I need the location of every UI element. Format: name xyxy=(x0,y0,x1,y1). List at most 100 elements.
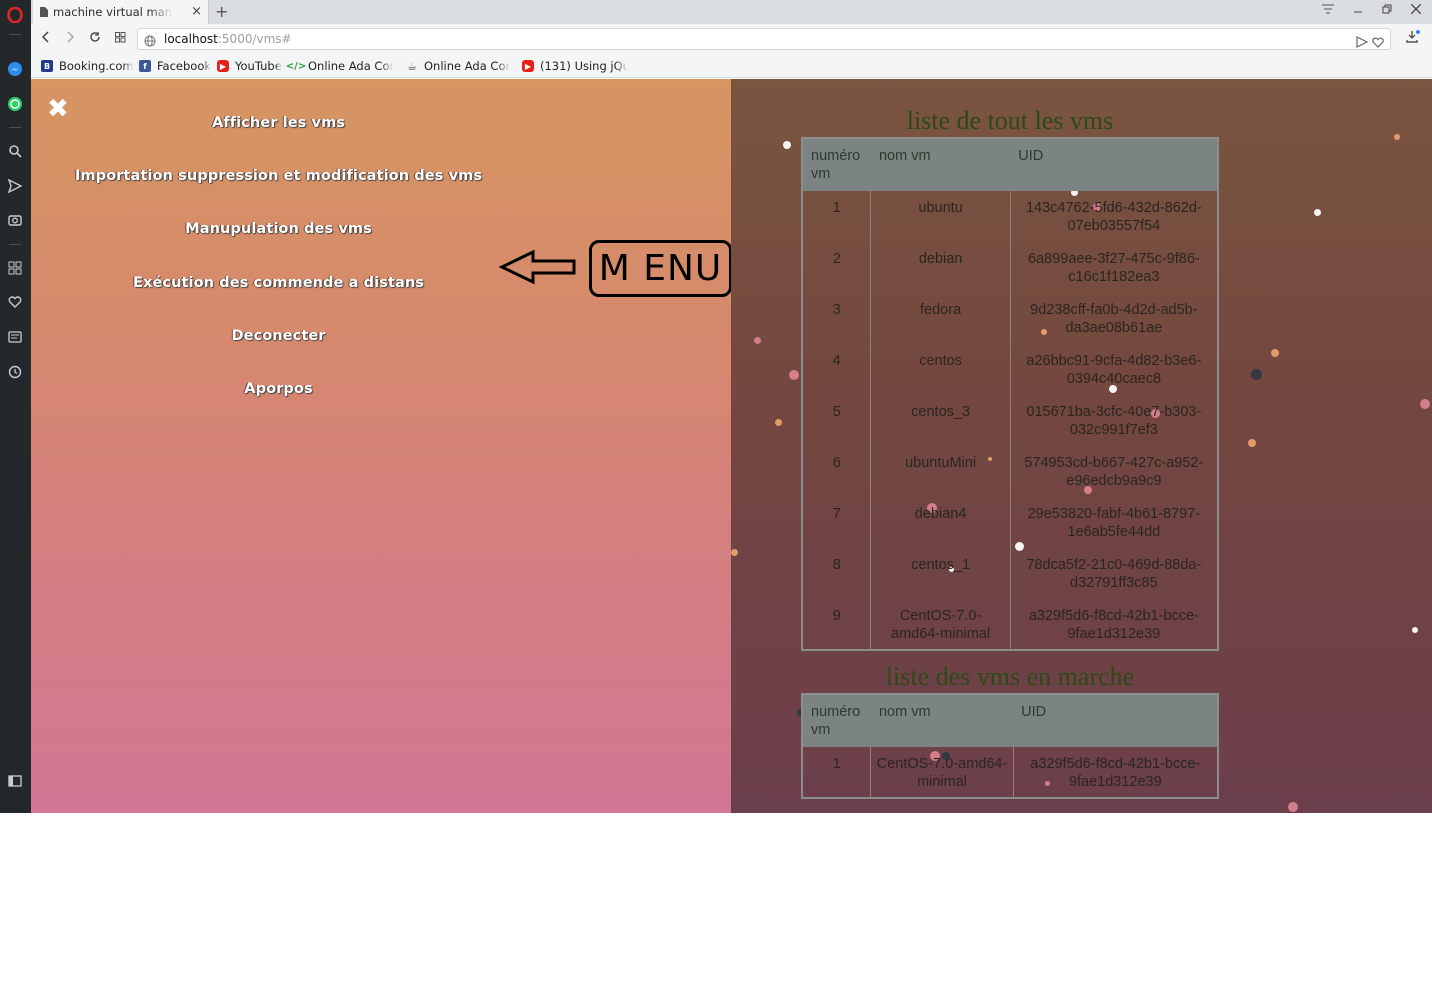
bookmark-label: Booking.com xyxy=(59,59,134,73)
bookmark-label: Online Ada Comp xyxy=(308,59,394,73)
table-row: 8 centos_1 78dca5f2-21c0-469d-88da-d32791f… xyxy=(802,548,1218,599)
speed-dial-icon[interactable] xyxy=(6,259,24,277)
tab-strip: machine virtual man × + xyxy=(31,0,1432,24)
cell-name: centos_1 xyxy=(870,548,1011,599)
particle-dot xyxy=(783,141,791,149)
col-header-uid: UID xyxy=(1010,138,1218,191)
close-window-icon[interactable] xyxy=(1407,3,1425,18)
bookmark-item[interactable]: ▶ (131) Using jQue xyxy=(522,58,628,74)
arrow-left-icon xyxy=(498,249,577,289)
cell-uid: a329f5d6-f8cd-42b1-bcce-9fae1d312e39 xyxy=(1009,599,1218,650)
messenger-icon[interactable] xyxy=(6,60,24,78)
bookmark-label: (131) Using jQue xyxy=(540,59,628,73)
menu-link-apropos[interactable]: Aporpos xyxy=(31,381,526,397)
camera-icon[interactable] xyxy=(6,211,24,229)
youtube-icon: ▶ xyxy=(217,60,229,72)
bookmark-label: Facebook xyxy=(157,59,212,73)
particle-dot xyxy=(1248,439,1256,447)
restore-icon[interactable] xyxy=(1378,3,1396,18)
cell-num: 1 xyxy=(832,200,841,216)
cell-num: 4 xyxy=(832,353,841,369)
bookmark-item[interactable]: </> Online Ada Comp xyxy=(285,58,394,74)
cell-uid: 6a899aee-3f27-475c-9f86-c16c1f182ea3 xyxy=(1009,242,1218,293)
flow-send-icon[interactable] xyxy=(1356,33,1369,52)
cell-name: ubuntuMini xyxy=(870,446,1011,497)
history-icon[interactable] xyxy=(6,363,24,381)
particle-dot xyxy=(1420,399,1430,409)
new-tab-button[interactable]: + xyxy=(215,2,228,21)
col-header-uid: UID xyxy=(1013,694,1218,747)
tab-title: machine virtual man xyxy=(53,5,173,19)
tab-close-icon[interactable]: × xyxy=(191,4,202,19)
table-row: 7 debian4 29e53820-fabf-4b61-8797-1e6ab5fe… xyxy=(802,497,1218,548)
tab-grid-icon[interactable] xyxy=(111,30,129,48)
col-header-num: numéro vm xyxy=(802,138,871,191)
cell-uid: a329f5d6-f8cd-42b1-bcce-9fae1d312e39 xyxy=(1012,747,1218,798)
cell-num: 5 xyxy=(832,404,841,420)
table-header-row: numéro vm nom vm UID xyxy=(802,138,1218,191)
heart-icon[interactable] xyxy=(6,293,24,311)
reload-icon[interactable] xyxy=(86,30,104,48)
menu-link-importation[interactable]: Importation suppression et modification … xyxy=(31,168,526,184)
menu-link-execution[interactable]: Exécution des commende a distans xyxy=(31,275,526,291)
menu-link-deconnecter[interactable]: Deconecter xyxy=(31,328,526,344)
page-content: ✖ Afficher les vms Importation suppressi… xyxy=(31,79,1432,813)
particle-dot xyxy=(1251,369,1262,380)
whatsapp-icon[interactable] xyxy=(6,95,24,113)
bookmark-label: Online Ada Comp xyxy=(424,59,510,73)
bookmark-item[interactable]: ▶ YouTube xyxy=(217,58,282,74)
menu-link-manipulation[interactable]: Manupulation des vms xyxy=(31,221,526,237)
globe-icon xyxy=(144,32,156,51)
menu-annotation: M ENU xyxy=(589,240,732,297)
youtube-icon: ▶ xyxy=(522,60,534,72)
col-header-name: nom vm xyxy=(870,694,1014,747)
table-row: 9 CentOS-7.0-amd64-minimal a329f5d6-f8cd-4… xyxy=(802,599,1218,650)
cell-num: 9 xyxy=(832,608,841,624)
table-header-row: numéro vm nom vm UID xyxy=(802,694,1218,747)
sidebar-toggle-icon[interactable] xyxy=(6,772,24,790)
table-row: 2 debian 6a899aee-3f27-475c-9f86-c16c1f182… xyxy=(802,242,1218,293)
search-icon[interactable] xyxy=(6,142,24,160)
booking-icon: B xyxy=(41,60,53,72)
col-header-name: nom vm xyxy=(870,138,1011,191)
side-navigation: ✖ Afficher les vms Importation suppressi… xyxy=(31,79,732,813)
forward-icon[interactable] xyxy=(61,30,79,48)
all-vms-title: liste de tout les vms xyxy=(906,106,1114,135)
running-vms-table: numéro vm nom vm UID 1 CentOS-7.0-amd64-m… xyxy=(801,693,1219,799)
table-row: 1 ubuntu 143c4762-5fd6-432d-862d-07eb03557… xyxy=(802,191,1218,242)
browser-tab[interactable]: machine virtual man × xyxy=(33,0,209,24)
particle-dot xyxy=(731,549,738,556)
bookmarks-bar: B Booking.com f Facebook ▶ YouTube </> O… xyxy=(31,54,1432,78)
cell-num: 6 xyxy=(832,455,841,471)
cell-num: 2 xyxy=(832,251,841,267)
bookmark-item[interactable]: ☕ Online Ada Comp xyxy=(406,58,510,74)
news-icon[interactable] xyxy=(6,328,24,346)
coffee-icon: ☕ xyxy=(407,59,417,73)
code-icon: </> xyxy=(285,60,307,72)
send-icon[interactable] xyxy=(6,177,24,195)
facebook-icon: f xyxy=(139,60,151,72)
cell-uid: 78dca5f2-21c0-469d-88da-d32791ff3c85 xyxy=(1009,548,1218,599)
table-row: 4 centos a26bbc91-9cfa-4d82-b3e6-0394c40ca… xyxy=(802,344,1218,395)
cell-uid: 29e53820-fabf-4b61-8797-1e6ab5fe44dd xyxy=(1009,497,1218,548)
menu-link-afficher[interactable]: Afficher les vms xyxy=(31,115,526,131)
url-text[interactable]: localhost:5000/vms# xyxy=(164,32,292,46)
cell-name: centos_3 xyxy=(870,395,1011,446)
cell-num: 3 xyxy=(832,302,841,318)
navigation-bar: localhost:5000/vms# xyxy=(31,24,1432,54)
bookmark-heart-icon[interactable] xyxy=(1372,33,1384,52)
particle-dot xyxy=(754,337,761,344)
url-host: localhost xyxy=(164,32,218,46)
opera-logo-icon[interactable] xyxy=(6,6,24,24)
cell-name: centos xyxy=(870,344,1011,395)
back-icon[interactable] xyxy=(37,30,55,48)
bookmark-item[interactable]: f Facebook xyxy=(139,58,211,74)
bookmark-item[interactable]: B Booking.com xyxy=(41,58,134,74)
cell-name: CentOS-7.0-amd64-minimal xyxy=(870,747,1014,798)
minimize-icon[interactable] xyxy=(1349,3,1367,18)
particle-dot xyxy=(775,419,782,426)
download-icon[interactable] xyxy=(1404,30,1422,48)
particle-dot xyxy=(789,370,799,380)
tab-menu-icon[interactable] xyxy=(1319,3,1337,18)
address-bar[interactable]: localhost:5000/vms# xyxy=(137,28,1391,50)
